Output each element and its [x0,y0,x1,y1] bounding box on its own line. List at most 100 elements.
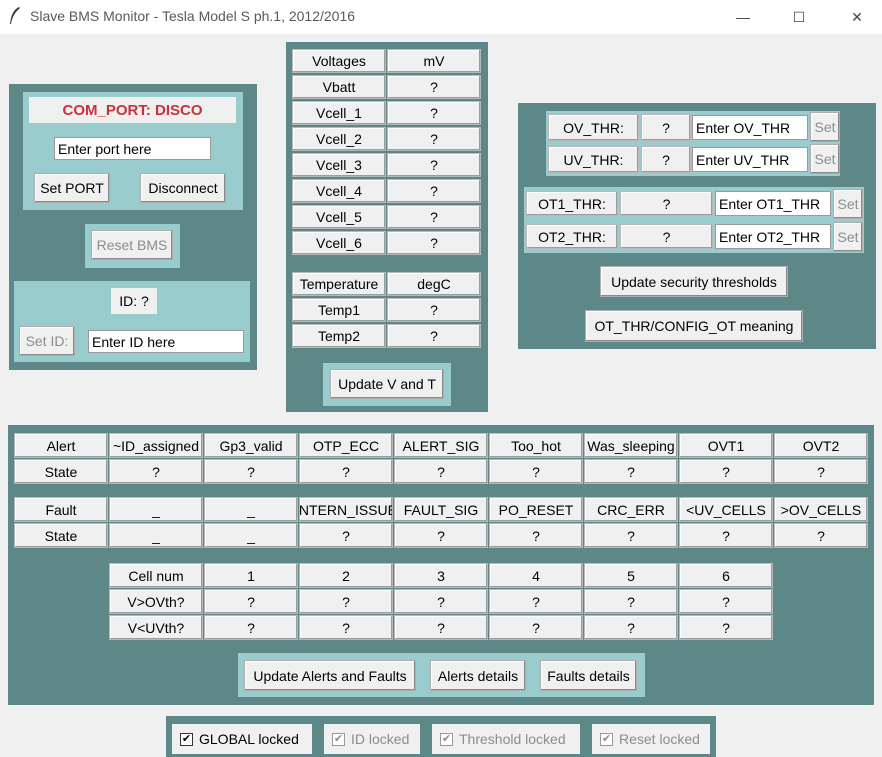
ot2-thr-label: OT2_THR: [526,224,618,249]
alert-state-cell: ? [109,459,203,484]
voltage-row-label: Vcell_4 [292,179,386,203]
temperature-row-value: ? [387,298,481,322]
id-label: ID: ? [111,288,157,314]
alert-header-cell: Too_hot [489,433,583,458]
ov-thr-set-button[interactable]: Set [810,112,840,142]
ot1-thr-label: OT1_THR: [526,191,618,216]
alert-state-cell: ? [394,459,488,484]
voltage-row-label: Vcell_6 [292,231,386,255]
voltage-row-value: ? [387,205,481,229]
cell-num-cell: Cell num [109,563,203,588]
threshold-locked-checkbox[interactable]: ✔ Threshold locked [432,724,580,754]
fault-header-cell: CRC_ERR [584,497,678,522]
feather-icon [10,7,20,24]
voltage-row-label: Vcell_1 [292,101,386,125]
reset-bms-button[interactable]: Reset BMS [91,230,173,260]
set-port-button[interactable]: Set PORT [34,173,110,203]
id-input[interactable]: Enter ID here [88,330,244,353]
threshold-locked-label: Threshold locked [459,731,566,747]
reset-locked-label: Reset locked [619,731,700,747]
cell-num-cell: 2 [299,563,393,588]
alert-state-cell: State [14,459,108,484]
alert-header-cell: OTP_ECC [299,433,393,458]
maximize-icon[interactable]: ☐ [787,6,811,28]
minimize-icon[interactable]: — [731,6,755,28]
uv-check-cell: ? [489,615,583,640]
update-alerts-faults-button[interactable]: Update Alerts and Faults [244,660,416,691]
ov-check-cell: ? [204,589,298,614]
alert-state-cell: ? [204,459,298,484]
voltage-row-label: Vcell_3 [292,153,386,177]
alert-header-cell: OVT2 [774,433,868,458]
global-locked-checkbox[interactable]: ✔ GLOBAL locked [172,724,312,754]
ov-check-cell: ? [489,589,583,614]
fault-header-cell: <UV_CELLS [679,497,773,522]
uv-check-cell: V<UVth? [109,615,203,640]
checkmark-icon: ✔ [600,732,613,746]
ot1-thr-input[interactable]: Enter OT1_THR [715,191,831,216]
com-port-label: COM_PORT: DISCO [29,97,236,123]
disconnect-button[interactable]: Disconnect [140,173,226,203]
reset-locked-checkbox[interactable]: ✔ Reset locked [592,724,710,754]
fault-state-cell: ? [394,523,488,548]
uv-thr-input[interactable]: Enter UV_THR [692,147,808,172]
uv-check-cell: ? [584,615,678,640]
port-input[interactable]: Enter port here [54,137,211,160]
voltage-row-value: ? [387,101,481,125]
fault-state-cell: ? [489,523,583,548]
alerts-details-button[interactable]: Alerts details [430,660,526,691]
window-title: Slave BMS Monitor - Tesla Model S ph.1, … [30,8,356,24]
uv-thr-set-button[interactable]: Set [810,144,840,174]
ot-thr-meaning-button[interactable]: OT_THR/CONFIG_OT meaning [585,310,803,342]
voltage-row-label: Vbatt [292,75,386,99]
ot2-thr-input[interactable]: Enter OT2_THR [715,224,831,249]
alert-header-cell: ~ID_assigned [109,433,203,458]
alert-state-cell: ? [299,459,393,484]
ot1-thr-value: ? [620,191,713,216]
ot2-thr-set-button[interactable]: Set [833,222,863,252]
title-bar: Slave BMS Monitor - Tesla Model S ph.1, … [0,0,882,34]
ov-check-cell: ? [394,589,488,614]
set-id-button[interactable]: Set ID: [19,326,75,356]
fault-state-cell: ? [584,523,678,548]
ot2-thr-value: ? [620,224,713,249]
fault-state-cell: _ [204,523,298,548]
ot1-thr-set-button[interactable]: Set [833,189,863,219]
checkmark-icon: ✔ [332,732,345,746]
uv-check-cell: ? [394,615,488,640]
alert-state-cell: ? [584,459,678,484]
uv-thr-label: UV_THR: [548,146,639,173]
fault-header-cell: PO_RESET [489,497,583,522]
temperature-row-label: Temp2 [292,324,386,348]
fault-header-cell: FAULT_SIG [394,497,488,522]
temperature-row-value: ? [387,324,481,348]
voltage-row-value: ? [387,153,481,177]
cell-num-cell: 5 [584,563,678,588]
update-v-and-t-button[interactable]: Update V and T [330,369,444,399]
fault-header-cell: INTERN_ISSUE [299,497,393,522]
fault-state-cell: ? [774,523,868,548]
voltage-row-label: Vcell_5 [292,205,386,229]
close-icon[interactable]: ✕ [845,6,869,28]
alert-header-cell: Was_sleeping [584,433,678,458]
checkmark-icon: ✔ [180,732,193,746]
temperature-row-label: Temp1 [292,298,386,322]
fault-header-cell: >OV_CELLS [774,497,868,522]
voltages-header: Voltages [292,49,386,73]
voltage-row-value: ? [387,75,481,99]
cell-num-cell: 6 [679,563,773,588]
update-thresholds-button[interactable]: Update security thresholds [600,266,788,297]
fault-state-cell: ? [679,523,773,548]
voltages-unit-header: mV [387,49,481,73]
cell-num-cell: 3 [394,563,488,588]
ov-thr-input[interactable]: Enter OV_THR [692,115,808,140]
fault-state-cell: State [14,523,108,548]
faults-details-button[interactable]: Faults details [540,660,637,691]
ov-check-cell: ? [679,589,773,614]
uv-check-cell: ? [204,615,298,640]
alert-state-cell: ? [774,459,868,484]
global-locked-label: GLOBAL locked [199,731,299,747]
id-locked-checkbox[interactable]: ✔ ID locked [324,724,420,754]
alert-header-cell: Alert [14,433,108,458]
alert-header-cell: OVT1 [679,433,773,458]
